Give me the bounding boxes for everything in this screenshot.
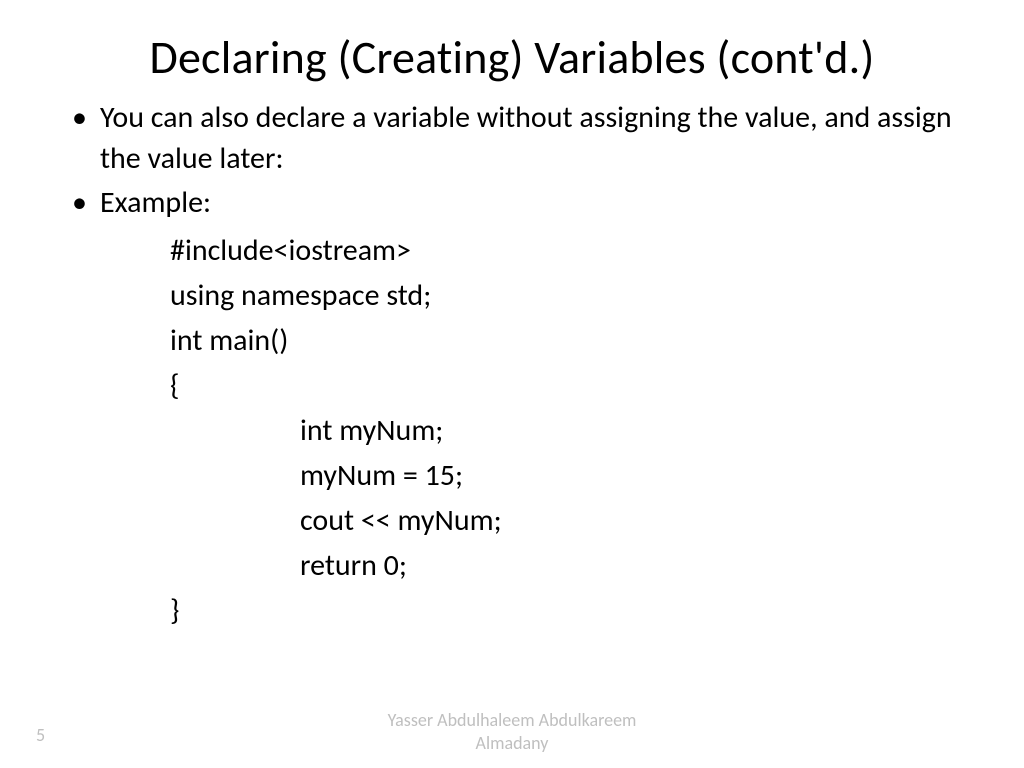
code-line: int myNum; [60,408,964,453]
bullet-item: You can also declare a variable without … [100,98,964,179]
code-line: using namespace std; [60,273,964,318]
code-line: return 0; [60,543,964,588]
code-line: cout << myNum; [60,498,964,543]
footer-line: Yasser Abdulhaleem Abdulkareem [0,709,1024,732]
code-line: #include<iostream> [60,228,964,273]
bullet-item: Example: [100,183,964,224]
code-line: } [60,588,964,633]
code-line: int main() [60,318,964,363]
footer-line: Almadany [0,732,1024,755]
code-line: { [60,363,964,408]
bullet-list: You can also declare a variable without … [60,98,964,224]
slide: Declaring (Creating) Variables (cont'd.)… [0,0,1024,768]
code-line: myNum = 15; [60,453,964,498]
page-number: 5 [36,724,45,746]
slide-title: Declaring (Creating) Variables (cont'd.) [60,30,964,86]
footer-author: Yasser Abdulhaleem Abdulkareem Almadany [0,709,1024,754]
